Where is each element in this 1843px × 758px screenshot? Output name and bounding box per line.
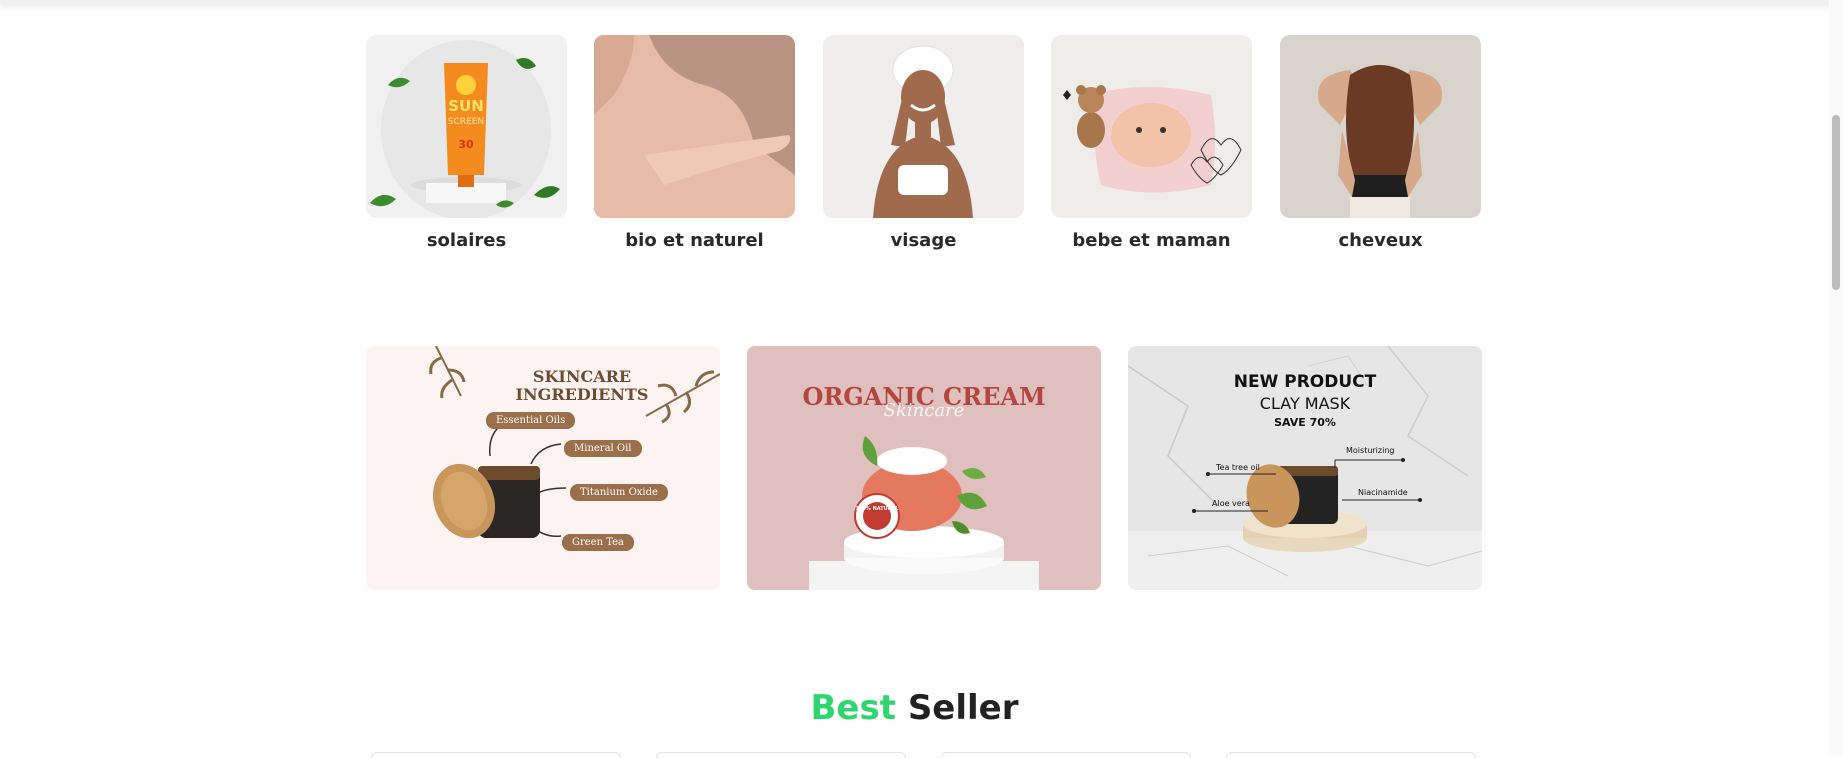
category-card-solaires[interactable]: SUN SCREEN 30 solaires [366,35,567,251]
category-card-bebe-et-maman[interactable]: bebe et maman [1051,35,1252,251]
category-card-bio-et-naturel[interactable]: bio et naturel [594,35,795,251]
sunscreen-text: SUN [448,97,484,115]
banner-offer: SAVE 70% [1274,416,1336,429]
category-label: bio et naturel [625,230,764,251]
feature-label: Tea tree oil [1216,463,1260,472]
heading-accent: Best [810,688,896,728]
banner-skincare-ingredients[interactable]: SKINCARE INGREDIENTS Essential Oils Mine… [366,346,720,590]
feature-label: Moisturizing [1346,446,1395,455]
category-label: solaires [426,230,507,251]
feature-label: Niacinamide [1358,488,1408,497]
feature-label: Aloe vera [1212,499,1250,508]
banner-title-line1: SKINCARE [532,367,632,386]
sunscreen-image: SUN SCREEN 30 [366,35,567,218]
face-illustration [873,45,973,218]
hair-illustration [1318,65,1442,218]
sunscreen-spf: 30 [458,138,474,151]
category-label: visage [890,230,957,251]
heading-rest: Seller [907,688,1019,728]
face-care-image [823,35,1024,218]
banner-script: Skincare [883,400,965,421]
hair-image [1280,35,1481,218]
shoulder-illustration [594,35,795,218]
banner-clay-mask[interactable]: NEW PRODUCT CLAY MASK SAVE 70% Moisturiz… [1128,346,1482,590]
scrollbar[interactable] [1829,0,1843,757]
category-label: bebe et maman [1072,230,1231,251]
natural-seal: 100% NATURAL [855,506,899,512]
product-card[interactable] [1226,752,1476,758]
sunscreen-subtext: SCREEN [447,117,485,127]
ingredient-tag: Mineral Oil [564,440,642,457]
ingredient-tag: Titanium Oxide [570,484,668,501]
best-seller-heading: Best Seller [0,688,1829,728]
product-card[interactable] [656,752,906,758]
category-label: cheveux [1338,230,1423,251]
scrollbar-thumb[interactable] [1832,115,1840,290]
category-card-cheveux[interactable]: cheveux [1280,35,1481,251]
category-card-visage[interactable]: visage [823,35,1024,251]
ingredient-tag: Green Tea [562,534,634,551]
banner-title: NEW PRODUCT [1233,372,1377,392]
product-card[interactable] [371,752,621,758]
shoulder-hand-image [594,35,795,218]
product-card[interactable] [941,752,1191,758]
banner-subtitle: CLAY MASK [1259,394,1351,413]
ingredient-tag: Essential Oils [486,412,576,429]
banner-organic-cream[interactable]: ORGANIC CREAM Skincare 100% NATURAL [747,346,1101,590]
baby-illustration [1063,85,1242,193]
baby-image [1051,35,1252,218]
banner-title-line2: INGREDIENTS [515,385,649,404]
header-shadow [0,0,1843,4]
